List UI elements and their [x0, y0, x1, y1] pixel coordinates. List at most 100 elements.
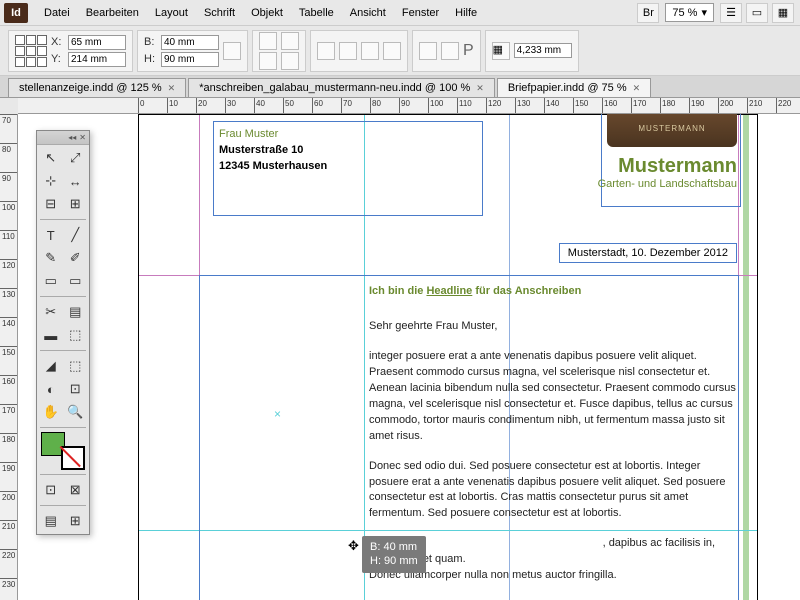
stroke-color[interactable]: [61, 446, 85, 470]
addr-name: Frau Muster: [219, 127, 327, 143]
apply-color-tool[interactable]: ⊡: [39, 479, 63, 501]
addr-street: Musterstraße 10: [219, 143, 327, 159]
chevron-down-icon: ▾: [701, 6, 707, 19]
fill-icon[interactable]: [419, 42, 437, 60]
select-container-icon[interactable]: [361, 42, 379, 60]
stroke-weight-input[interactable]: [514, 43, 572, 58]
gradient-feather-tool[interactable]: ⬚: [64, 324, 88, 346]
menu-ansicht[interactable]: Ansicht: [342, 3, 394, 23]
anchor-marker: ×: [274, 407, 281, 421]
canvas[interactable]: MUSTERMANN Mustermann Garten- und Landsc…: [18, 114, 800, 600]
menu-bearbeiten[interactable]: Bearbeiten: [78, 3, 147, 23]
tooltip-width: B: 40 mm: [370, 540, 418, 554]
cursor-move-icon: ✥: [348, 538, 359, 554]
gradient-tool[interactable]: ⊡: [64, 378, 88, 400]
menu-datei[interactable]: Datei: [36, 3, 78, 23]
tab-label: *anschreiben_galabau_mustermann-neu.indd…: [199, 82, 470, 94]
tooltip-height: H: 90 mm: [370, 554, 418, 568]
type-tool[interactable]: T: [39, 224, 63, 246]
strokeweight-icon: ▦: [492, 42, 510, 60]
y-input[interactable]: [68, 52, 126, 67]
ruler-horizontal[interactable]: 0102030405060708090100110120130140150160…: [18, 98, 800, 114]
scissors-tool[interactable]: ✂: [39, 301, 63, 323]
paragraph-1: integer posuere erat a ante venenatis da…: [369, 349, 739, 445]
fill-stroke-swatch[interactable]: [41, 432, 85, 470]
shear-icon[interactable]: [281, 52, 299, 70]
scale-x-icon[interactable]: [259, 32, 277, 50]
h-input[interactable]: [161, 52, 219, 67]
date-box: Musterstadt, 10. Dezember 2012: [559, 243, 737, 263]
tools-panel[interactable]: ◂◂✕ ↖⤢ ⊹↔ ⊟⊞ T╱ ✎✐ ▭▭ ✂▤ ▬⬚ ◢⬚ ◐⊡ ✋🔍 ⊡⊠ …: [36, 130, 90, 535]
paragraph-icon: P: [463, 42, 474, 60]
arrange-icon[interactable]: ▦: [772, 3, 794, 23]
tab-anschreiben[interactable]: *anschreiben_galabau_mustermann-neu.indd…: [188, 78, 495, 97]
paragraph-2: Donec sed odio dui. Sed posuere consecte…: [369, 459, 739, 523]
close-icon[interactable]: ✕: [79, 133, 86, 142]
addr-city: 12345 Musterhausen: [219, 159, 327, 175]
document-tabs: stellenanzeige.indd @ 125 % ✕ *anschreibe…: [0, 76, 800, 98]
free-transform-tool[interactable]: ▤: [64, 301, 88, 323]
zoom-value: 75 %: [672, 7, 697, 19]
address-block: Frau Muster Musterstraße 10 12345 Muster…: [219, 127, 327, 175]
eyedropper-tool[interactable]: ⬚: [64, 355, 88, 377]
close-icon[interactable]: ✕: [633, 83, 641, 94]
line-tool[interactable]: ╱: [64, 224, 88, 246]
tab-label: stellenanzeige.indd @ 125 %: [19, 82, 162, 94]
close-icon[interactable]: ✕: [168, 83, 176, 94]
gap-tool[interactable]: ↔: [64, 170, 88, 192]
greeting: Sehr geehrte Frau Muster,: [369, 319, 739, 335]
menu-schrift[interactable]: Schrift: [196, 3, 243, 23]
apply-none-tool[interactable]: ⊠: [64, 479, 88, 501]
pen-tool[interactable]: ✎: [39, 247, 63, 269]
flip-h-icon[interactable]: [317, 42, 335, 60]
tab-stellenanzeige[interactable]: stellenanzeige.indd @ 125 % ✕: [8, 78, 186, 97]
panel-header[interactable]: ◂◂✕: [37, 131, 89, 145]
page-tool[interactable]: ⊹: [39, 170, 63, 192]
page: MUSTERMANN Mustermann Garten- und Landsc…: [138, 114, 758, 600]
constrain-icon[interactable]: [223, 42, 241, 60]
tab-briefpapier[interactable]: Briefpapier.indd @ 75 %✕: [497, 78, 651, 97]
measure-tool[interactable]: ◐: [39, 378, 63, 400]
zoom-select[interactable]: 75 % ▾: [665, 3, 714, 22]
x-label: X:: [51, 36, 65, 48]
note-tool[interactable]: ◢: [39, 355, 63, 377]
preview-view-tool[interactable]: ⊞: [64, 510, 88, 532]
bridge-icon[interactable]: Br: [637, 3, 659, 23]
content-collector-tool[interactable]: ⊟: [39, 193, 63, 215]
hand-tool[interactable]: ✋: [39, 401, 63, 423]
rectangle-tool[interactable]: ▭: [64, 270, 88, 292]
rectangle-frame-tool[interactable]: ▭: [39, 270, 63, 292]
h-label: H:: [144, 53, 158, 65]
x-input[interactable]: [68, 35, 126, 50]
headline: Ich bin die Headline für das Anschreiben: [369, 283, 581, 297]
pencil-tool[interactable]: ✐: [64, 247, 88, 269]
screenmode-icon[interactable]: ▭: [746, 3, 768, 23]
app-logo: Id: [4, 3, 28, 23]
menu-layout[interactable]: Layout: [147, 3, 196, 23]
reference-point-grid[interactable]: [15, 35, 47, 67]
y-label: Y:: [51, 53, 65, 65]
zoom-tool[interactable]: 🔍: [64, 401, 88, 423]
select-content-icon[interactable]: [383, 42, 401, 60]
close-icon[interactable]: ✕: [476, 83, 484, 94]
flip-v-icon[interactable]: [339, 42, 357, 60]
menu-objekt[interactable]: Objekt: [243, 3, 291, 23]
normal-view-tool[interactable]: ▤: [39, 510, 63, 532]
company-block: Mustermann Garten- und Landschaftsbau: [598, 155, 737, 190]
w-input[interactable]: [161, 35, 219, 50]
logo-badge: MUSTERMANN: [607, 114, 737, 147]
menu-fenster[interactable]: Fenster: [394, 3, 447, 23]
menu-hilfe[interactable]: Hilfe: [447, 3, 485, 23]
rotate-icon[interactable]: [281, 32, 299, 50]
ruler-vertical[interactable]: 7080901001101201301401501601701801902002…: [0, 114, 18, 600]
stroke-icon[interactable]: [441, 42, 459, 60]
menu-tabelle[interactable]: Tabelle: [291, 3, 342, 23]
gradient-swatch-tool[interactable]: ▬: [39, 324, 63, 346]
w-label: B:: [144, 36, 158, 48]
selection-tool[interactable]: ↖: [39, 147, 63, 169]
viewmode-icon[interactable]: ☰: [720, 3, 742, 23]
scale-y-icon[interactable]: [259, 52, 277, 70]
content-placer-tool[interactable]: ⊞: [64, 193, 88, 215]
direct-selection-tool[interactable]: ⤢: [64, 147, 88, 169]
collapse-icon[interactable]: ◂◂: [68, 133, 76, 142]
